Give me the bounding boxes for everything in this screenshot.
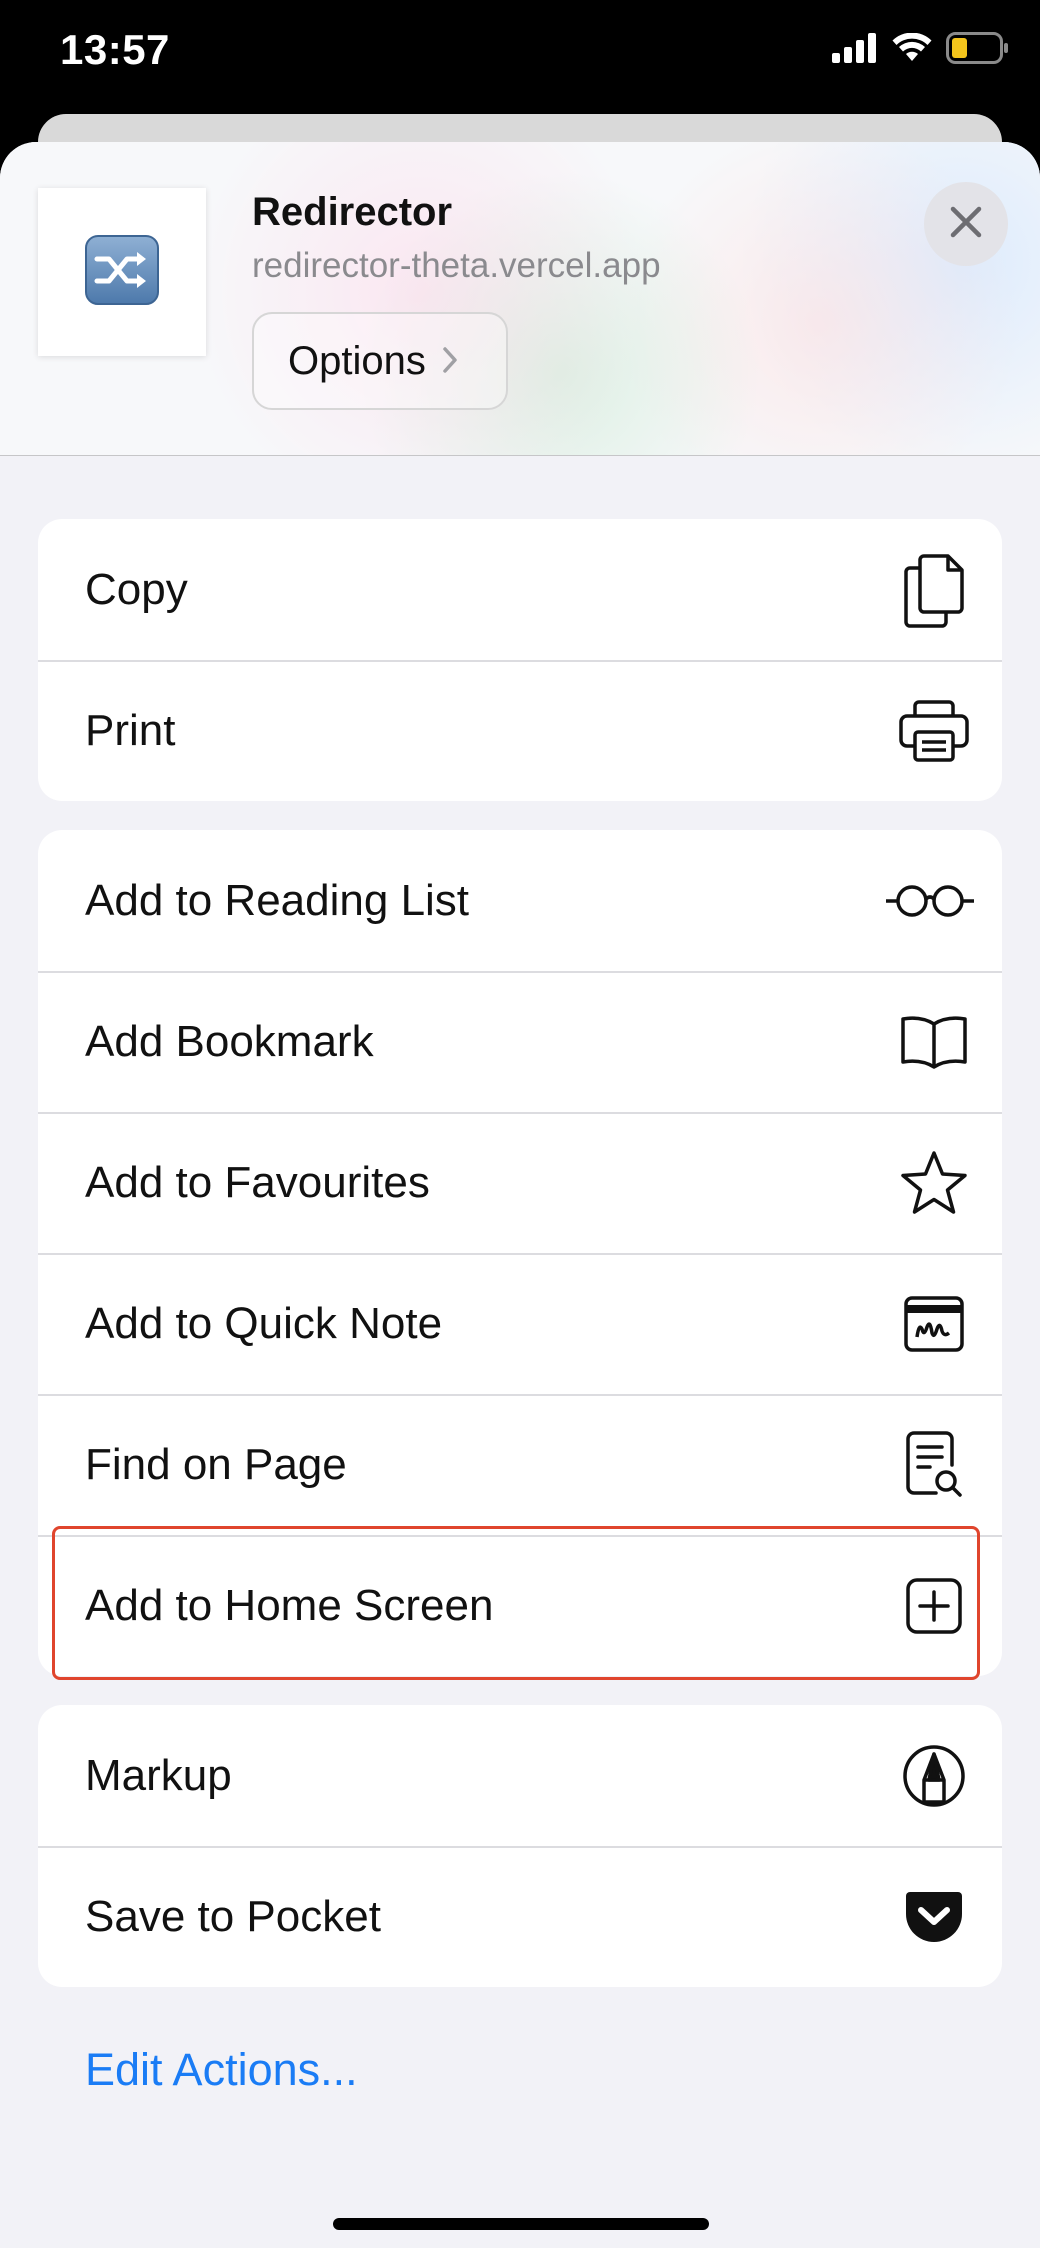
glasses-icon [882, 861, 978, 941]
add-to-home-screen-action[interactable]: Add to Home Screen [38, 1535, 1002, 1676]
battery-icon [946, 31, 1010, 69]
site-thumbnail [38, 188, 206, 356]
pocket-icon [894, 1877, 974, 1957]
find-on-page-label: Find on Page [85, 1439, 347, 1489]
site-url: redirector-theta.vercel.app [252, 246, 661, 285]
share-sheet-header: Redirector redirector-theta.vercel.app O… [0, 142, 1040, 456]
status-icons [832, 30, 1010, 70]
printer-icon [894, 691, 974, 771]
add-to-home-screen-label: Add to Home Screen [85, 1580, 494, 1630]
options-button[interactable]: Options [252, 312, 508, 410]
markup-action[interactable]: Markup [38, 1705, 1002, 1846]
plus-square-icon [894, 1566, 974, 1646]
markup-label: Markup [85, 1750, 232, 1800]
add-bookmark-label: Add Bookmark [85, 1016, 374, 1066]
add-to-quick-note-label: Add to Quick Note [85, 1298, 443, 1348]
book-icon [894, 1002, 974, 1082]
copy-action[interactable]: Copy [38, 519, 1002, 660]
action-group-1: Copy Print [38, 519, 1002, 801]
add-to-reading-list-action[interactable]: Add to Reading List [38, 830, 1002, 971]
find-document-icon [894, 1425, 974, 1505]
markup-pen-icon [894, 1736, 974, 1816]
action-group-2: Add to Reading List Add Bookmark Add to … [38, 830, 1002, 1676]
shuffle-icon [85, 234, 159, 310]
find-on-page-action[interactable]: Find on Page [38, 1394, 1002, 1535]
add-to-favourites-label: Add to Favourites [85, 1157, 430, 1207]
add-to-favourites-action[interactable]: Add to Favourites [38, 1112, 1002, 1253]
site-title: Redirector [252, 190, 453, 234]
action-group-3: Markup Save to Pocket [38, 1705, 1002, 1987]
copy-icon [894, 550, 974, 630]
save-to-pocket-label: Save to Pocket [85, 1891, 381, 1941]
status-bar: 13:57 [0, 0, 1040, 110]
print-action[interactable]: Print [38, 660, 1002, 801]
quick-note-icon [894, 1284, 974, 1364]
status-time: 13:57 [60, 26, 170, 73]
chevron-right-icon [442, 339, 458, 384]
options-label: Options [288, 338, 426, 383]
close-icon [949, 205, 983, 244]
add-bookmark-action[interactable]: Add Bookmark [38, 971, 1002, 1112]
edit-actions-link[interactable]: Edit Actions... [85, 2044, 358, 2096]
share-sheet: Redirector redirector-theta.vercel.app O… [0, 142, 1040, 2248]
cellular-signal-icon [832, 32, 878, 68]
home-indicator [333, 2218, 709, 2230]
add-to-reading-list-label: Add to Reading List [85, 875, 470, 925]
star-icon [894, 1143, 974, 1223]
copy-label: Copy [85, 564, 188, 614]
add-to-quick-note-action[interactable]: Add to Quick Note [38, 1253, 1002, 1394]
close-button[interactable] [924, 182, 1008, 266]
wifi-icon [892, 32, 932, 68]
save-to-pocket-action[interactable]: Save to Pocket [38, 1846, 1002, 1987]
print-label: Print [85, 705, 176, 755]
